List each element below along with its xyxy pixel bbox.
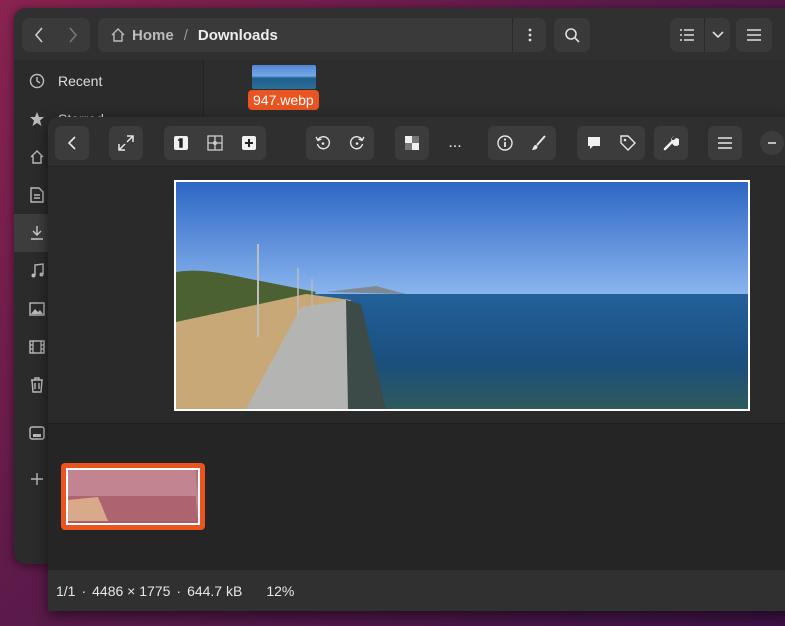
minimize-icon	[768, 142, 776, 144]
chevron-left-icon	[68, 136, 76, 150]
zoom-level: 12%	[266, 582, 295, 599]
main-menu-button[interactable]	[736, 18, 772, 52]
view-options	[670, 18, 730, 52]
one-icon	[174, 136, 188, 150]
trash-icon	[28, 376, 46, 394]
photo-content	[176, 182, 748, 409]
viewer-toolbar: ...	[48, 117, 785, 167]
more-button[interactable]: ...	[438, 126, 472, 160]
drive-icon	[28, 424, 46, 442]
thumbnail-image	[66, 468, 200, 525]
thumbnail-strip	[48, 423, 785, 570]
background-button[interactable]	[395, 126, 429, 160]
image-index: 1/1	[56, 582, 76, 599]
main-image[interactable]	[174, 180, 750, 411]
rotate-left-icon	[315, 136, 331, 150]
hamburger-icon	[747, 29, 761, 41]
tag-icon	[620, 135, 636, 151]
rotate-right-button[interactable]	[340, 126, 374, 160]
sidebar-item-recent[interactable]: Recent	[14, 62, 204, 100]
plus-icon	[28, 470, 46, 488]
path-menu-button[interactable]	[512, 18, 546, 52]
info-icon	[497, 135, 513, 151]
comment-button[interactable]	[577, 126, 611, 160]
picture-icon	[28, 300, 46, 318]
chevron-down-icon	[711, 31, 724, 39]
separator-dot: ·	[176, 582, 182, 599]
add-button[interactable]	[232, 126, 266, 160]
list-view-button[interactable]	[670, 29, 704, 41]
chevron-left-icon	[34, 27, 43, 43]
image-canvas[interactable]	[48, 167, 785, 423]
image-dimensions: 4486 × 1775	[92, 582, 171, 599]
music-icon	[28, 262, 46, 280]
expand-icon	[118, 135, 134, 151]
plus-box-icon	[242, 136, 256, 150]
status-bar: 1/1 · 4486 × 1775 · 644.7 kB 12%	[48, 570, 785, 611]
vertical-dots-icon	[528, 28, 531, 42]
info-button[interactable]	[488, 126, 522, 160]
star-icon	[28, 110, 46, 128]
nav-buttons	[22, 18, 90, 52]
wrench-icon	[663, 136, 679, 151]
menu-button[interactable]	[708, 126, 742, 160]
comment-icon	[588, 137, 600, 149]
tag-button[interactable]	[611, 126, 645, 160]
file-thumbnail[interactable]	[252, 65, 316, 89]
file-name-label[interactable]: 947.webp	[248, 90, 319, 110]
home-icon	[111, 28, 125, 42]
file-manager-headerbar: Home / Downloads	[14, 8, 785, 60]
separator-dot: ·	[81, 582, 87, 599]
image-viewer-window: ... 1/1 · 4486 × 1775 · 644.7 kB 12%	[48, 117, 785, 611]
more-label: ...	[448, 134, 462, 151]
edit-button[interactable]	[522, 126, 556, 160]
search-icon	[565, 28, 580, 43]
checkerboard-icon	[405, 136, 419, 150]
minimize-button[interactable]	[760, 131, 784, 155]
clock-icon	[28, 72, 46, 90]
grid-view-button[interactable]	[198, 126, 232, 160]
film-icon	[28, 338, 46, 356]
sidebar-item-label: Recent	[58, 73, 103, 89]
path-separator: /	[183, 26, 188, 44]
tools-button[interactable]	[654, 126, 688, 160]
path-bar[interactable]: Home / Downloads	[98, 18, 546, 52]
chevron-right-icon	[69, 27, 78, 43]
single-view-button[interactable]	[164, 126, 198, 160]
home-icon	[28, 148, 46, 166]
download-icon	[28, 224, 46, 242]
fullscreen-button[interactable]	[109, 126, 143, 160]
back-button[interactable]	[55, 126, 89, 160]
view-dropdown-button[interactable]	[704, 18, 730, 52]
hamburger-icon	[718, 137, 732, 149]
selected-thumbnail[interactable]	[61, 463, 205, 530]
list-view-icon	[680, 29, 694, 41]
brush-icon	[532, 135, 546, 150]
back-button[interactable]	[22, 27, 56, 43]
file-size: 644.7 kB	[187, 582, 243, 599]
path-current[interactable]: Downloads	[198, 27, 278, 44]
path-home[interactable]: Home	[132, 27, 174, 44]
rotate-right-icon	[349, 136, 365, 150]
forward-button[interactable]	[56, 27, 90, 43]
document-icon	[28, 186, 46, 204]
rotate-left-button[interactable]	[306, 126, 340, 160]
search-button[interactable]	[554, 18, 590, 52]
panorama-image	[176, 182, 748, 409]
grid-icon	[207, 135, 223, 151]
